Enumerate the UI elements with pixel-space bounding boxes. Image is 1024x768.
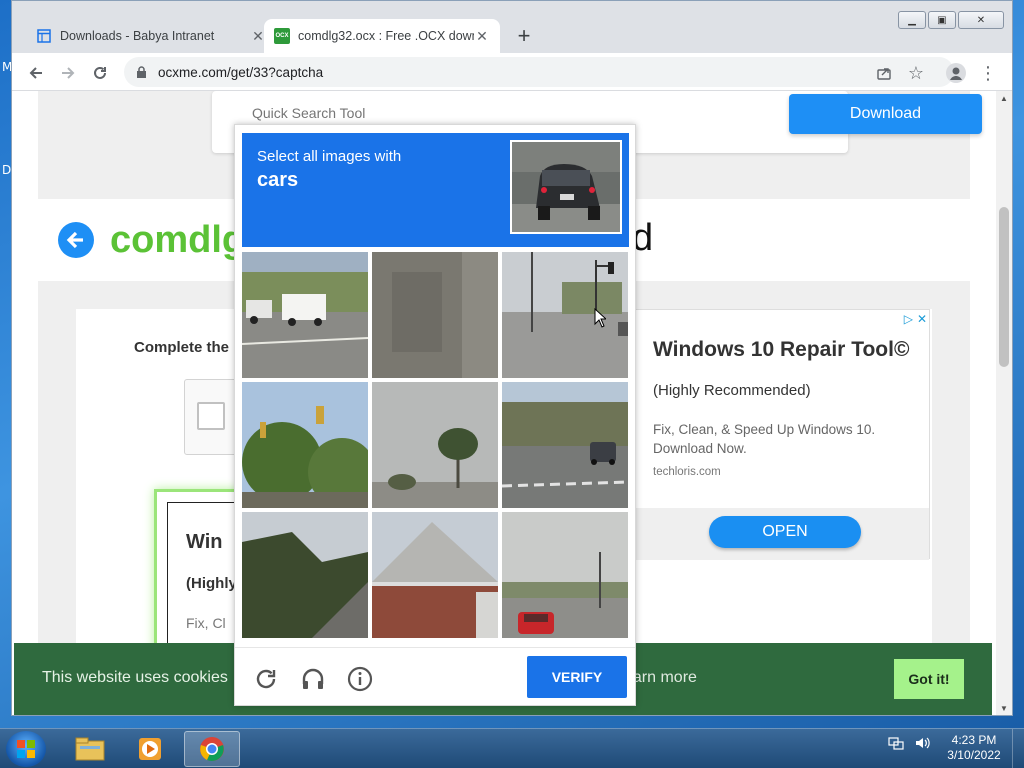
back-button[interactable] (24, 61, 48, 85)
ocx-icon: OCX (274, 28, 290, 44)
bookmark-star-icon[interactable]: ☆ (904, 61, 928, 85)
window-controls: ▁ ▣ ✕ (898, 11, 1004, 29)
captcha-target: cars (257, 169, 299, 191)
captcha-instruction: Select all images with (257, 148, 402, 165)
scrollbar[interactable]: ▲ ▼ (996, 91, 1012, 715)
menu-dots-icon[interactable]: ⋮ (976, 61, 1000, 85)
network-icon[interactable] (888, 735, 904, 756)
profile-avatar[interactable] (944, 61, 968, 85)
system-tray (888, 735, 930, 756)
ad-title: Windows 10 Repair Tool© (653, 338, 910, 361)
back-arrow-icon[interactable] (58, 222, 94, 258)
ad-banner[interactable]: ▷ ✕ Windows 10 Repair Tool© (Highly Reco… (632, 309, 930, 560)
ad-controls: ▷ ✕ (904, 312, 927, 326)
car-example-image (510, 140, 622, 234)
audio-headphones-icon[interactable] (300, 666, 326, 692)
desktop-icon-label: D (2, 163, 12, 177)
captcha-tile[interactable] (502, 382, 628, 508)
media-player-icon[interactable] (122, 731, 178, 767)
tab-downloads[interactable]: Downloads - Babya Intranet ✕ (26, 19, 276, 53)
adchoices-icon[interactable]: ▷ (904, 312, 913, 326)
captcha-tile[interactable] (502, 512, 628, 638)
captcha-tile[interactable] (242, 512, 368, 638)
tab-strip: Downloads - Babya Intranet ✕ OCX comdlg3… (12, 1, 1012, 53)
instruction-text: Complete the (134, 339, 230, 356)
refresh-icon[interactable] (253, 666, 279, 692)
ad-subtitle: (Highly Recommended) (653, 382, 811, 399)
got-it-button[interactable]: Got it! (894, 659, 964, 699)
heading-row: comdlg (58, 217, 245, 263)
captcha-tile[interactable] (372, 512, 498, 638)
captcha-tile[interactable] (242, 382, 368, 508)
reload-button[interactable] (88, 61, 112, 85)
captcha-challenge: Select all images with cars VERIFY (234, 124, 636, 706)
info-icon[interactable] (347, 666, 373, 692)
captcha-tile[interactable] (372, 252, 498, 378)
show-desktop-button[interactable] (1012, 729, 1024, 768)
captcha-footer: VERIFY (235, 647, 635, 705)
chrome-icon[interactable] (184, 731, 240, 767)
tab-ocx[interactable]: OCX comdlg32.ocx : Free .OCX downl ✕ (264, 19, 500, 53)
close-tab-icon[interactable]: ✕ (474, 28, 490, 45)
captcha-tile[interactable] (242, 252, 368, 378)
clock-time: 4:23 PM (951, 733, 997, 747)
promo-subtitle: (Highly (186, 575, 237, 592)
tab-title: comdlg32.ocx : Free .OCX downl (298, 29, 474, 43)
restore-button[interactable]: ▣ (928, 11, 956, 29)
browser-toolbar: ocxme.com/get/33?captcha ☆ ⋮ (12, 53, 1012, 91)
forward-button[interactable] (56, 61, 80, 85)
scroll-thumb[interactable] (999, 207, 1009, 367)
captcha-header: Select all images with cars (242, 133, 629, 247)
lock-icon (136, 65, 148, 79)
download-button[interactable]: Download (789, 94, 982, 134)
ad-domain: techloris.com (653, 466, 721, 478)
captcha-grid (242, 252, 629, 639)
ad-open-button[interactable]: OPEN (709, 516, 861, 548)
clock[interactable]: 4:23 PM 3/10/2022 (944, 733, 1004, 763)
taskbar: 4:23 PM 3/10/2022 (0, 728, 1024, 768)
page-icon (36, 28, 52, 44)
captcha-tile[interactable] (372, 382, 498, 508)
file-explorer-icon[interactable] (62, 731, 118, 767)
tab-title: Downloads - Babya Intranet (60, 29, 215, 43)
start-button[interactable] (6, 731, 46, 767)
new-tab-button[interactable]: + (512, 23, 536, 49)
address-bar[interactable]: ocxme.com/get/33?captcha (124, 57, 954, 87)
mouse-cursor-icon (594, 307, 608, 333)
verify-button[interactable]: VERIFY (527, 656, 627, 698)
cookie-text: This website uses cookies (42, 669, 228, 686)
clock-date: 3/10/2022 (947, 748, 1001, 762)
captcha-tile[interactable] (502, 252, 628, 378)
ad-description: Fix, Clean, & Speed Up Windows 10. Downl… (653, 422, 876, 456)
promo-description: Fix, Cl (186, 615, 226, 631)
close-ad-icon[interactable]: ✕ (917, 312, 927, 326)
ad-footer: OPEN (633, 508, 929, 560)
scroll-up-icon[interactable]: ▲ (996, 91, 1012, 107)
url-text: ocxme.com/get/33?captcha (158, 64, 324, 80)
minimize-button[interactable]: ▁ (898, 11, 926, 29)
recaptcha-checkbox[interactable] (197, 402, 225, 430)
page-title: comdlg (110, 218, 246, 261)
close-window-button[interactable]: ✕ (958, 11, 1004, 29)
volume-icon[interactable] (914, 735, 930, 756)
search-input[interactable] (252, 101, 602, 125)
share-icon[interactable] (872, 61, 896, 85)
promo-title: Win (186, 531, 223, 553)
scroll-down-icon[interactable]: ▼ (996, 701, 1012, 715)
